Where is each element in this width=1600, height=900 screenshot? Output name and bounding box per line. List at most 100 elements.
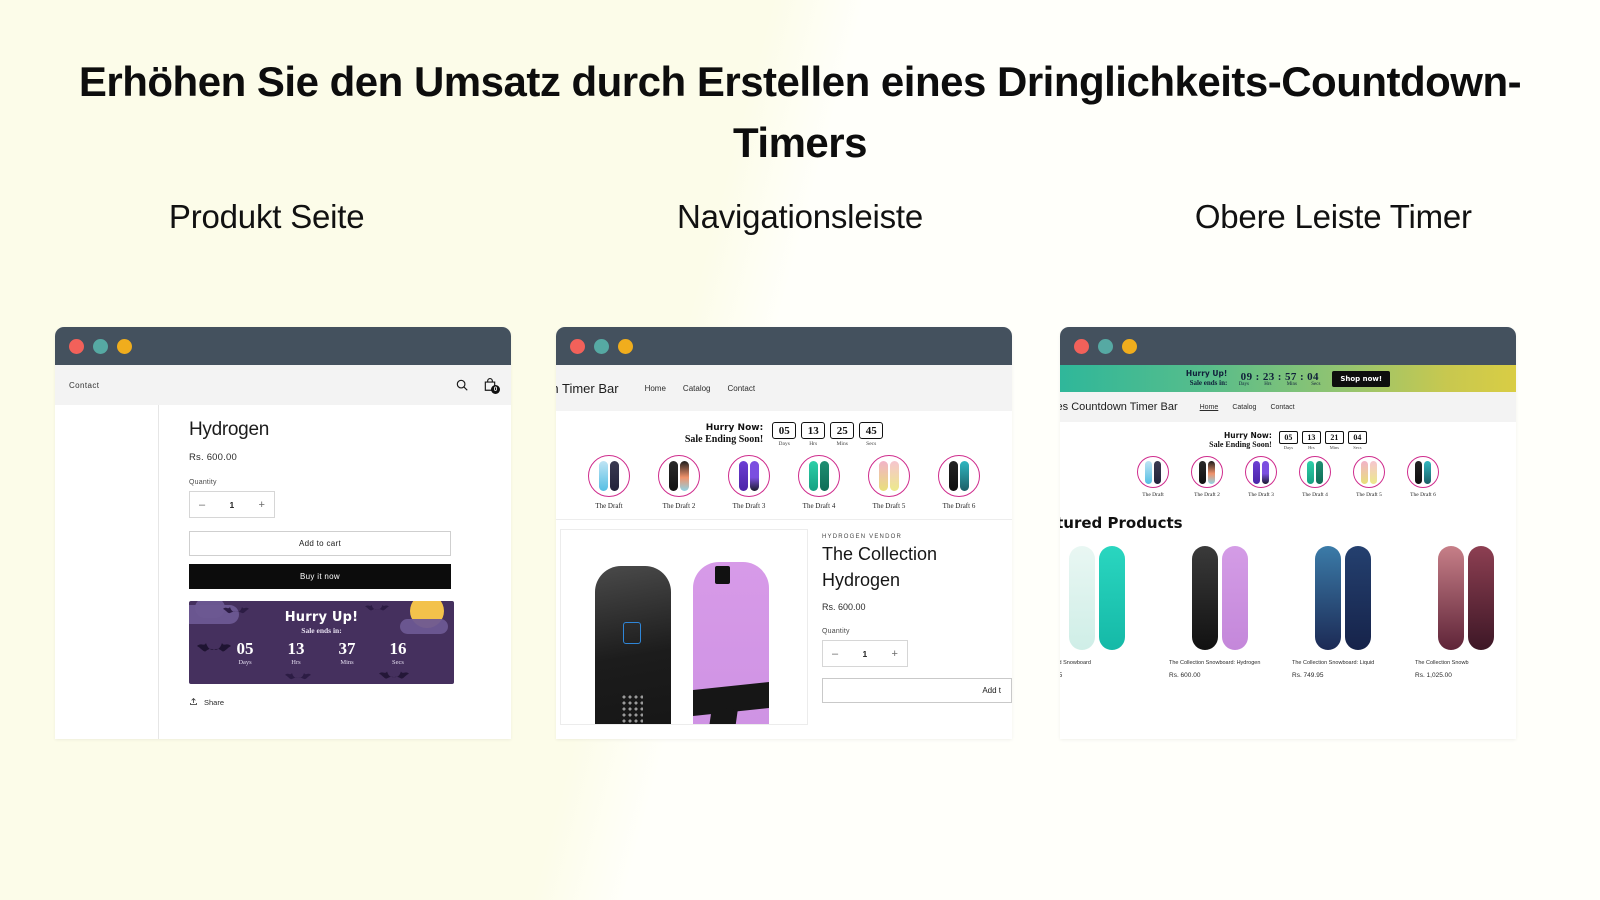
list-item[interactable]: The Draft 4 xyxy=(788,455,850,510)
draft-thumbnail[interactable] xyxy=(798,455,840,497)
add-to-cart-button[interactable]: Add t xyxy=(822,678,1012,703)
product-card[interactable]: ulfilled Snowboard 29.95 xyxy=(1060,544,1147,679)
window-maximize-dot[interactable] xyxy=(1122,338,1137,354)
draft-label: The Draft 3 xyxy=(732,502,766,510)
nav-link-contact[interactable]: Contact xyxy=(728,384,756,393)
draft-thumbnail[interactable] xyxy=(938,455,980,497)
binding-icon xyxy=(623,622,641,644)
product-card[interactable]: The Collection Snowboard: Hydrogen Rs. 6… xyxy=(1169,544,1270,679)
draft-thumbnail[interactable] xyxy=(1245,456,1277,488)
window-maximize-dot[interactable] xyxy=(117,338,132,354)
nav-link-contact[interactable]: Contact xyxy=(1270,404,1294,411)
window-close-dot[interactable] xyxy=(570,338,585,354)
window-close-dot[interactable] xyxy=(1074,338,1089,354)
draft-label: The Draft xyxy=(1142,492,1164,498)
bat-icon xyxy=(379,669,409,682)
draft-label: The Draft 2 xyxy=(662,502,696,510)
product-card[interactable]: The Collection Snowboard: Liquid Rs. 749… xyxy=(1292,544,1393,679)
store-navbar: ales Countdown Timer Bar Home Catalog Co… xyxy=(1060,392,1516,422)
browser-viewport: Hurry Up! Sale ends in: 09 : 23 : 57 : 0… xyxy=(1060,365,1516,739)
search-icon[interactable] xyxy=(455,378,469,392)
list-item[interactable]: The Draft 6 xyxy=(1399,456,1447,498)
product-card[interactable]: The Collection Snowb Rs. 1,025.00 xyxy=(1415,544,1516,679)
list-item[interactable]: The Draft xyxy=(1129,456,1177,498)
list-item[interactable]: The Draft 3 xyxy=(718,455,780,510)
draft-label: The Draft 4 xyxy=(802,502,836,510)
window-maximize-dot[interactable] xyxy=(618,338,633,354)
timer-unit-days: 05 Days xyxy=(772,422,797,447)
featured-products-heading: atured Products xyxy=(1060,514,1183,532)
nav-link-catalog[interactable]: Catalog xyxy=(1232,404,1256,411)
subtitle-row: Produkt Seite Navigationsleiste Obere Le… xyxy=(0,198,1600,236)
draft-thumbnail[interactable] xyxy=(1353,456,1385,488)
timer-hours-value: 13 xyxy=(287,639,305,658)
quantity-value[interactable]: 1 xyxy=(229,500,234,510)
list-item[interactable]: The Draft 5 xyxy=(1345,456,1393,498)
browser-viewport: Contact 0 Hydrogen Rs. 600.00 Quantity –… xyxy=(55,365,511,739)
window-minimize-dot[interactable] xyxy=(594,338,609,354)
quantity-label: Quantity xyxy=(189,479,217,486)
timer-minutes-label: Mins xyxy=(836,441,848,447)
window-minimize-dot[interactable] xyxy=(93,338,108,354)
quantity-increase-button[interactable]: + xyxy=(892,648,898,660)
quantity-decrease-button[interactable]: – xyxy=(199,499,205,511)
shop-now-button[interactable]: Shop now! xyxy=(1332,370,1391,387)
draft-thumbnail[interactable] xyxy=(1137,456,1169,488)
list-item[interactable]: The Draft xyxy=(578,455,640,510)
nav-link-contact[interactable]: Contact xyxy=(69,381,99,390)
draft-label: The Draft 4 xyxy=(1302,492,1328,498)
timer-days-value: 05 xyxy=(1278,431,1298,444)
timer-seconds-label: Secs xyxy=(1353,445,1362,450)
draft-thumbnail[interactable] xyxy=(868,455,910,497)
browser-mock-top-bar-timer: Hurry Up! Sale ends in: 09 : 23 : 57 : 0… xyxy=(1060,327,1516,739)
list-item[interactable]: The Draft 4 xyxy=(1291,456,1339,498)
quantity-stepper[interactable]: – 1 + xyxy=(189,491,275,518)
timer-unit-minutes: 37 Mins xyxy=(328,640,366,666)
share-button[interactable]: Share xyxy=(189,697,481,708)
draft-thumbnail[interactable] xyxy=(658,455,700,497)
timer-unit-seconds: 16 Secs xyxy=(379,640,417,666)
draft-thumbnail[interactable] xyxy=(1191,456,1223,488)
draft-thumbnail[interactable] xyxy=(728,455,770,497)
window-close-dot[interactable] xyxy=(69,338,84,354)
add-to-cart-button[interactable]: Add to cart xyxy=(189,531,451,556)
product-section: HYDROGEN VENDOR The Collection Hydrogen … xyxy=(556,519,1012,725)
product-image xyxy=(1292,544,1393,652)
store-name: wn Timer Bar xyxy=(556,380,619,396)
draft-thumbnail[interactable] xyxy=(588,455,630,497)
list-item[interactable]: The Draft 5 xyxy=(858,455,920,510)
list-item[interactable]: The Draft 2 xyxy=(648,455,710,510)
quantity-value[interactable]: 1 xyxy=(862,649,867,659)
quantity-increase-button[interactable]: + xyxy=(259,499,265,511)
cart-icon[interactable]: 0 xyxy=(483,378,500,394)
bat-icon xyxy=(285,671,311,682)
nav-link-catalog[interactable]: Catalog xyxy=(683,384,711,393)
cart-count-badge: 0 xyxy=(491,385,500,394)
nav-link-home[interactable]: Home xyxy=(1200,404,1219,411)
window-minimize-dot[interactable] xyxy=(1098,338,1113,354)
draft-collection-row: The Draft The Draft 2 The Draft 3 The Dr… xyxy=(1060,453,1516,498)
topbar-minutes-label: Mins xyxy=(1286,381,1297,387)
list-item[interactable]: The Draft 3 xyxy=(1237,456,1285,498)
quantity-stepper[interactable]: – 1 + xyxy=(822,640,908,667)
list-item[interactable]: The Draft 2 xyxy=(1183,456,1231,498)
draft-label: The Draft 6 xyxy=(942,502,976,510)
draft-thumbnail[interactable] xyxy=(1407,456,1439,488)
timer-hours-value: 13 xyxy=(801,422,826,439)
subtitle-navigation-bar: Navigationsleiste xyxy=(676,198,924,235)
timer-unit-seconds: 45 Secs xyxy=(859,422,884,447)
subtitle-top-bar-timer: Obere Leiste Timer xyxy=(1194,198,1472,235)
draft-label: The Draft xyxy=(595,502,623,510)
quantity-decrease-button[interactable]: – xyxy=(832,648,838,660)
product-name: The Collection Snowboard: Hydrogen xyxy=(1169,660,1261,666)
topbar-clock: 09 : 23 : 57 : 04 Days Hrs Mins Secs xyxy=(1235,371,1324,387)
draft-thumbnail[interactable] xyxy=(1299,456,1331,488)
buy-it-now-button[interactable]: Buy it now xyxy=(189,564,451,589)
page-title: Erhöhen Sie den Umsatz durch Erstellen e… xyxy=(78,58,1522,166)
nav-link-home[interactable]: Home xyxy=(645,384,666,393)
timer-seconds-label: Secs xyxy=(866,441,877,447)
list-item[interactable]: The Draft 6 xyxy=(928,455,990,510)
product-image-gallery[interactable] xyxy=(560,529,808,725)
topbar-hours-label: Hrs xyxy=(1264,381,1272,387)
topbar-text: Hurry Up! Sale ends in: xyxy=(1186,370,1227,387)
